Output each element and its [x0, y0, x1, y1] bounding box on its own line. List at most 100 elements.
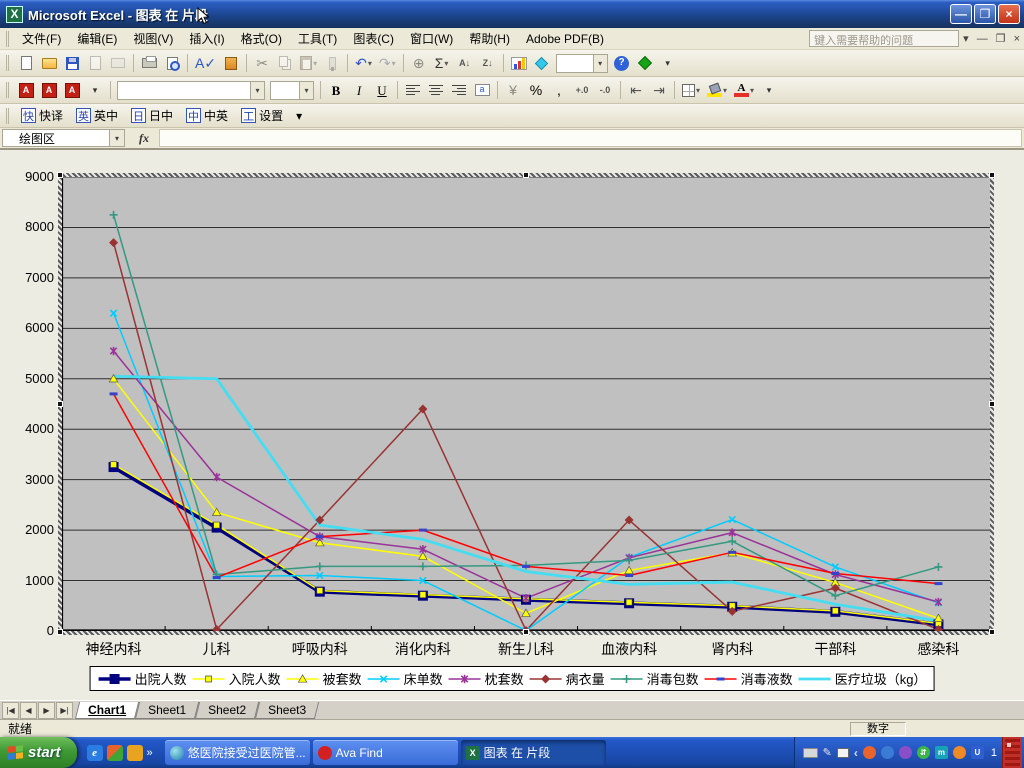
- zoom-combo[interactable]: ▾: [556, 54, 608, 73]
- selection-handle[interactable]: [989, 172, 995, 178]
- tray-collapse-icon[interactable]: ‹: [854, 746, 858, 760]
- font-combo[interactable]: ▾: [117, 81, 265, 100]
- custom-addin-button[interactable]: [634, 53, 656, 74]
- percent-style-button[interactable]: %: [525, 80, 547, 101]
- research-button[interactable]: [220, 53, 242, 74]
- align-center-button[interactable]: [425, 80, 447, 101]
- insert-hyperlink-button[interactable]: ⊕: [408, 53, 430, 74]
- selection-handle[interactable]: [57, 629, 63, 635]
- tray-audio-icon[interactable]: [899, 746, 912, 759]
- save-button[interactable]: [61, 53, 83, 74]
- toolbar-options-button[interactable]: ▾: [290, 106, 308, 126]
- font-color-dropdown-icon[interactable]: ▾: [750, 86, 754, 95]
- help-question-input[interactable]: 键入需要帮助的问题: [809, 30, 959, 47]
- menu-item[interactable]: 编辑(E): [69, 30, 125, 48]
- spelling-button[interactable]: A✓: [192, 53, 219, 74]
- fill-color-button[interactable]: ▾: [704, 80, 730, 101]
- menu-item[interactable]: 文件(F): [14, 30, 69, 48]
- increase-indent-button[interactable]: ⇥: [648, 80, 670, 101]
- chinese-to-english-button[interactable]: 中中英: [180, 106, 234, 126]
- help-button[interactable]: ?: [611, 53, 633, 74]
- align-right-button[interactable]: [448, 80, 470, 101]
- name-box[interactable]: 绘图区: [2, 129, 110, 147]
- permission-button[interactable]: [84, 53, 106, 74]
- borders-button[interactable]: ▾: [679, 80, 703, 101]
- quick-translate-button[interactable]: 快快译: [15, 106, 69, 126]
- autosum-button[interactable]: Σ▾: [431, 53, 453, 74]
- tray-firefox-icon[interactable]: [863, 746, 876, 759]
- taskbar-task[interactable]: 悠医院接受过医院管...: [165, 740, 310, 765]
- print-button[interactable]: [138, 53, 160, 74]
- font-size-combo-dropdown-icon[interactable]: ▾: [299, 82, 313, 99]
- redo-button[interactable]: ↷▾: [376, 53, 399, 74]
- borders-dropdown-icon[interactable]: ▾: [696, 86, 700, 95]
- sheet-tab-Sheet2[interactable]: Sheet2: [195, 702, 259, 719]
- font-size-combo[interactable]: ▾: [270, 81, 314, 100]
- tray-keyboard-icon[interactable]: [803, 748, 818, 758]
- messenger-icon[interactable]: [107, 745, 123, 761]
- taskbar-task[interactable]: Ava Find: [313, 740, 458, 765]
- decrease-indent-button[interactable]: ⇤: [625, 80, 647, 101]
- pdf-convert-button[interactable]: A: [15, 80, 37, 101]
- plot-area-selection[interactable]: [58, 173, 994, 635]
- menu-item[interactable]: 图表(C): [345, 30, 402, 48]
- autosum-dropdown-icon[interactable]: ▾: [444, 59, 448, 68]
- doc-close-button[interactable]: ×: [1010, 33, 1024, 45]
- selection-handle[interactable]: [989, 401, 995, 407]
- plot-area[interactable]: [62, 177, 990, 631]
- sheet-nav-button[interactable]: ▶: [38, 702, 55, 719]
- comma-style-button[interactable]: ,: [548, 80, 570, 101]
- doc-restore-button[interactable]: ❐: [992, 32, 1010, 45]
- formula-input[interactable]: [159, 129, 1022, 147]
- italic-button[interactable]: I: [348, 80, 370, 101]
- merge-center-button[interactable]: [471, 80, 493, 101]
- toolbar-grip[interactable]: [6, 108, 10, 124]
- outlook-icon[interactable]: [127, 745, 143, 761]
- japanese-to-chinese-button[interactable]: 日日中: [125, 106, 179, 126]
- toolbar-options-button[interactable]: ▾: [758, 80, 780, 101]
- quick-launch-overflow-icon[interactable]: »: [147, 747, 153, 759]
- increase-decimal-button[interactable]: +.0: [571, 80, 593, 101]
- tray-pen-icon[interactable]: ✎: [823, 746, 832, 759]
- paste-dropdown-icon[interactable]: ▾: [313, 59, 317, 68]
- taskbar-task[interactable]: X图表 在 片段: [461, 740, 606, 765]
- tray-security-icon[interactable]: [953, 746, 966, 759]
- email-button[interactable]: [107, 53, 129, 74]
- sheet-nav-button[interactable]: |◀: [2, 702, 19, 719]
- translator-settings-button[interactable]: 工设置: [235, 106, 289, 126]
- chart-wizard-button[interactable]: [508, 53, 530, 74]
- toolbar-options-button[interactable]: ▾: [84, 80, 106, 101]
- sheet-nav-button[interactable]: ▶|: [56, 702, 73, 719]
- menu-item[interactable]: Adobe PDF(B): [518, 30, 612, 48]
- sheet-tab-Chart1[interactable]: Chart1: [75, 702, 139, 719]
- undo-dropdown-icon[interactable]: ▾: [368, 59, 372, 68]
- menu-item[interactable]: 格式(O): [233, 30, 290, 48]
- selection-handle[interactable]: [57, 401, 63, 407]
- format-painter-button[interactable]: [321, 53, 343, 74]
- font-color-button[interactable]: A▾: [731, 80, 757, 101]
- english-to-chinese-button[interactable]: 英英中: [70, 106, 124, 126]
- selection-handle[interactable]: [523, 172, 529, 178]
- selection-handle[interactable]: [989, 629, 995, 635]
- close-button[interactable]: ×: [998, 4, 1020, 24]
- sheet-tab-Sheet3[interactable]: Sheet3: [255, 702, 319, 719]
- bold-button[interactable]: B: [325, 80, 347, 101]
- selection-handle[interactable]: [57, 172, 63, 178]
- toolbar-grip[interactable]: [6, 82, 10, 98]
- currency-button[interactable]: ¥: [502, 80, 524, 101]
- tray-maxthon-icon[interactable]: m: [935, 746, 948, 759]
- doc-minimize-button[interactable]: —: [973, 33, 992, 45]
- selection-handle[interactable]: [523, 629, 529, 635]
- insert-function-icon[interactable]: fx: [139, 131, 149, 146]
- paste-button[interactable]: ▾: [297, 53, 320, 74]
- print-preview-button[interactable]: [161, 53, 183, 74]
- toolbar-grip[interactable]: [6, 55, 10, 71]
- tray-input-method-icon[interactable]: [837, 748, 849, 758]
- tray-u-icon[interactable]: U: [971, 746, 984, 759]
- fill-color-dropdown-icon[interactable]: ▾: [723, 86, 727, 95]
- pdf-review-button[interactable]: A: [61, 80, 83, 101]
- menu-item[interactable]: 工具(T): [290, 30, 345, 48]
- open-folder-button[interactable]: [38, 53, 60, 74]
- drawing-addin-button[interactable]: [531, 53, 553, 74]
- restore-button[interactable]: ❐: [974, 4, 996, 24]
